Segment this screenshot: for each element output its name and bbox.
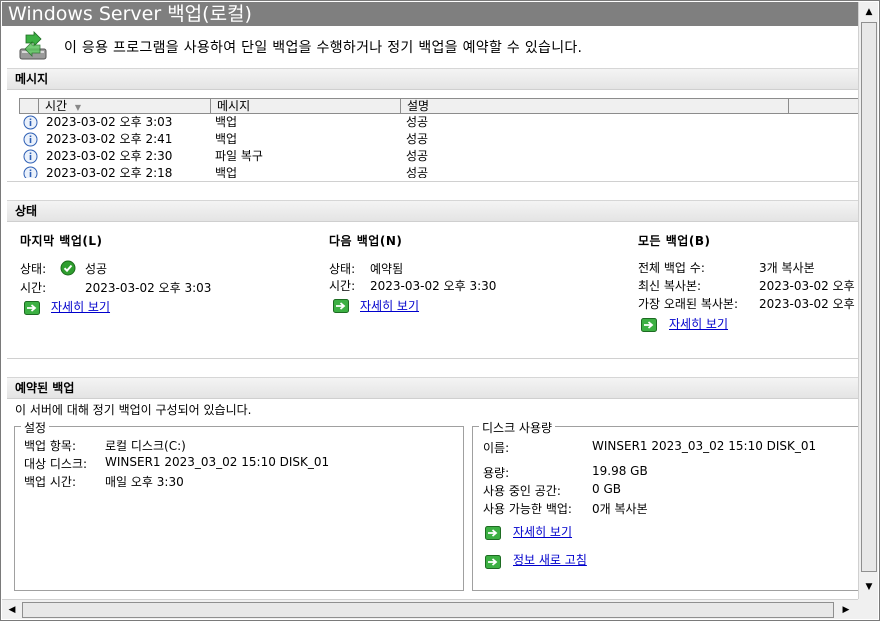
message-time: 2023-03-02 오후 3:03 xyxy=(46,115,173,129)
message-description: 성공 xyxy=(406,166,429,178)
backup-items-label: 백업 항목: xyxy=(24,439,77,453)
disk-name-value: WINSER1 2023_03_02 15:10 DISK_01 xyxy=(592,439,817,453)
backup-window: Windows Server 백업(로컬) 이 응용 프로그램을 사용하여 단일… xyxy=(0,0,880,621)
total-backups-value: 3개 복사본 xyxy=(759,261,815,275)
messages-list[interactable]: 시간 ▼ 메시지 설명 2023-03-02 오후 3:03 백업 성공 202… xyxy=(19,98,859,178)
info-icon xyxy=(23,132,38,147)
settings-legend: 설정 xyxy=(21,419,50,436)
messages-column-header: 시간 ▼ 메시지 설명 xyxy=(19,98,859,114)
used-space-label: 사용 중인 공간: xyxy=(483,484,561,498)
message-row[interactable]: 2023-03-02 오후 2:18 백업 성공 xyxy=(19,165,859,178)
messages-divider xyxy=(7,181,859,182)
latest-copy-value: 2023-03-02 오후 3 xyxy=(759,279,867,293)
message-row[interactable]: 2023-03-02 오후 2:30 파일 복구 성공 xyxy=(19,148,859,165)
target-disk-label: 대상 디스크: xyxy=(24,457,88,471)
backup-time-label: 백업 시간: xyxy=(24,475,77,489)
disk-details-link[interactable]: 자세히 보기 xyxy=(513,523,572,540)
status-header: 상태 xyxy=(7,200,859,222)
info-icon xyxy=(23,115,38,130)
window-title: Windows Server 백업(로컬) xyxy=(2,2,858,26)
oldest-copy-label: 가장 오래된 복사본: xyxy=(638,297,738,311)
backup-time-value: 매일 오후 3:30 xyxy=(105,475,184,489)
disk-name-label: 이름: xyxy=(483,441,510,455)
scrollbar-corner xyxy=(858,599,878,619)
horizontal-scroll-thumb[interactable] xyxy=(22,602,834,618)
go-arrow-icon xyxy=(485,526,501,540)
all-backups-title: 모든 백업(B) xyxy=(638,234,711,248)
intro-bar: 이 응용 프로그램을 사용하여 단일 백업을 수행하거나 정기 백업을 예약할 … xyxy=(2,27,858,67)
message-time: 2023-03-02 오후 2:30 xyxy=(46,149,173,163)
message-description: 성공 xyxy=(406,149,429,163)
message-text: 파일 복구 xyxy=(215,149,263,163)
last-backup-time-label: 시간: xyxy=(20,281,47,295)
disk-usage-legend: 디스크 사용량 xyxy=(479,419,556,436)
capacity-value: 19.98 GB xyxy=(592,464,648,478)
message-time: 2023-03-02 오후 2:41 xyxy=(46,132,173,146)
last-backup-state-value: 성공 xyxy=(85,262,108,276)
info-icon xyxy=(23,149,38,164)
oldest-copy-value: 2023-03-02 오후 2 xyxy=(759,297,867,311)
messages-header: 메시지 xyxy=(7,68,859,90)
next-backup-details-link[interactable]: 자세히 보기 xyxy=(360,297,419,314)
success-check-icon xyxy=(60,260,76,276)
capacity-label: 용량: xyxy=(483,466,510,480)
next-backup-state-value: 예약됨 xyxy=(370,262,404,276)
horizontal-scrollbar[interactable]: ◀ ▶ xyxy=(2,599,858,619)
all-backups-details-link[interactable]: 자세히 보기 xyxy=(669,315,728,332)
go-arrow-icon xyxy=(333,299,349,313)
scheduled-header: 예약된 백업 xyxy=(7,377,859,399)
latest-copy-label: 최신 복사본: xyxy=(638,279,702,293)
all-backups-panel: 모든 백업(B) xyxy=(638,232,710,249)
server-backup-icon xyxy=(19,31,47,60)
backup-items-value: 로컬 디스크(C:) xyxy=(105,439,186,453)
next-backup-time-label: 시간: xyxy=(329,279,356,293)
column-header-message[interactable]: 메시지 xyxy=(210,99,400,113)
last-backup-title: 마지막 백업(L) xyxy=(20,234,103,248)
sort-desc-icon: ▼ xyxy=(74,103,82,112)
go-arrow-icon xyxy=(485,555,501,569)
message-row[interactable]: 2023-03-02 오후 2:41 백업 성공 xyxy=(19,131,859,148)
vertical-scroll-thumb[interactable] xyxy=(861,22,877,572)
column-header-description[interactable]: 설명 xyxy=(400,99,788,113)
last-backup-details-link[interactable]: 자세히 보기 xyxy=(51,298,110,315)
scroll-left-icon[interactable]: ◀ xyxy=(4,602,20,618)
message-description: 성공 xyxy=(406,115,429,129)
message-description: 성공 xyxy=(406,132,429,146)
intro-text: 이 응용 프로그램을 사용하여 단일 백업을 수행하거나 정기 백업을 예약할 … xyxy=(64,40,583,56)
target-disk-value: WINSER1 2023_03_02 15:10 DISK_01 xyxy=(105,455,330,469)
scheduled-description: 이 서버에 대해 정기 백업이 구성되어 있습니다. xyxy=(15,403,252,417)
column-header-extra xyxy=(788,99,859,113)
next-backup-time-value: 2023-03-02 오후 3:30 xyxy=(370,279,497,293)
next-backup-panel: 다음 백업(N) xyxy=(329,232,402,249)
refresh-info-link[interactable]: 정보 새로 고침 xyxy=(513,551,587,568)
go-arrow-icon xyxy=(24,301,40,315)
column-header-time[interactable]: 시간 ▼ xyxy=(38,99,210,113)
go-arrow-icon xyxy=(641,318,657,332)
message-time: 2023-03-02 오후 2:18 xyxy=(46,166,173,178)
available-backups-value: 0개 복사본 xyxy=(592,502,648,516)
last-backup-time-value: 2023-03-02 오후 3:03 xyxy=(85,281,212,295)
total-backups-label: 전체 백업 수: xyxy=(638,261,705,275)
message-row[interactable]: 2023-03-02 오후 3:03 백업 성공 xyxy=(19,114,859,131)
scroll-down-icon[interactable]: ▼ xyxy=(861,579,877,595)
next-backup-state-label: 상태: xyxy=(329,262,356,276)
message-text: 백업 xyxy=(215,115,238,129)
info-icon xyxy=(23,166,38,178)
settings-groupbox xyxy=(14,426,464,591)
last-backup-state-label: 상태: xyxy=(20,262,47,276)
used-space-value: 0 GB xyxy=(592,482,621,496)
scroll-up-icon[interactable]: ▲ xyxy=(861,4,877,20)
vertical-scrollbar[interactable]: ▲ ▼ xyxy=(858,2,878,599)
scroll-right-icon[interactable]: ▶ xyxy=(838,602,854,618)
last-backup-panel: 마지막 백업(L) xyxy=(20,232,103,249)
status-divider xyxy=(7,358,859,359)
message-text: 백업 xyxy=(215,132,238,146)
next-backup-title: 다음 백업(N) xyxy=(329,234,403,248)
available-backups-label: 사용 가능한 백업: xyxy=(483,502,572,516)
message-text: 백업 xyxy=(215,166,238,178)
